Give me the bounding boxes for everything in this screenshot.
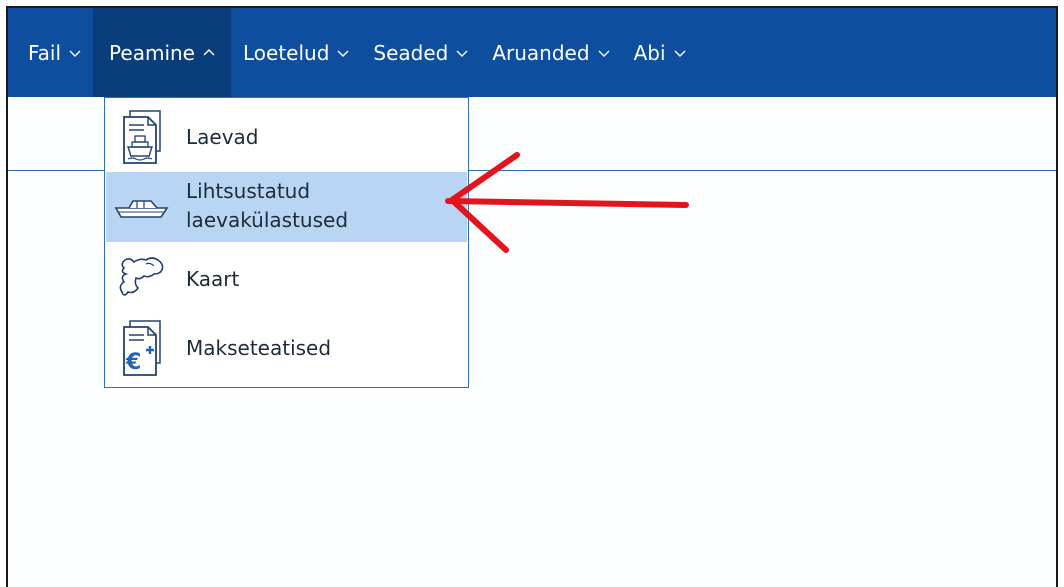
menu-peamine[interactable]: Peamine bbox=[93, 8, 231, 97]
menu-item-lihtsustatud-laevakulastused[interactable]: Lihtsustatud laevakülastused bbox=[106, 172, 467, 242]
map-icon bbox=[110, 252, 176, 306]
menu-aruanded[interactable]: Aruanded bbox=[480, 8, 621, 97]
menu-item-kaart-label: Kaart bbox=[186, 266, 240, 291]
menu-loetelud[interactable]: Loetelud bbox=[231, 8, 361, 97]
menu-aruanded-label: Aruanded bbox=[492, 40, 590, 65]
chevron-down-icon bbox=[674, 47, 686, 59]
menu-abi-label: Abi bbox=[633, 40, 666, 65]
chevron-down-icon bbox=[598, 47, 610, 59]
menu-seaded[interactable]: Seaded bbox=[361, 8, 480, 97]
menu-bar: Fail Peamine Loetelud Seaded Aruanded Ab… bbox=[8, 8, 1056, 97]
menu-seaded-label: Seaded bbox=[373, 40, 449, 65]
chevron-down-icon bbox=[337, 47, 349, 59]
svg-text:€: € bbox=[125, 350, 141, 375]
label-line-1: Lihtsustatud bbox=[186, 179, 311, 203]
red-arrow-annotation bbox=[445, 152, 689, 253]
menu-fail-label: Fail bbox=[28, 40, 62, 65]
menu-abi[interactable]: Abi bbox=[622, 8, 698, 97]
menu-item-makseteatised[interactable]: € Makseteatised bbox=[106, 314, 467, 382]
chevron-down-icon bbox=[456, 47, 468, 59]
menu-item-makseteatised-label: Makseteatised bbox=[186, 335, 332, 360]
ship-document-icon bbox=[110, 110, 176, 164]
menu-peamine-label: Peamine bbox=[109, 40, 195, 65]
menu-loetelud-label: Loetelud bbox=[242, 40, 330, 65]
chevron-down-icon bbox=[69, 47, 81, 59]
menu-item-kaart[interactable]: Kaart bbox=[106, 248, 467, 310]
peamine-dropdown-menu: Laevad Lihtsustatud laevakülastused Kaar… bbox=[104, 97, 469, 388]
menu-fail[interactable]: Fail bbox=[8, 8, 93, 97]
menu-item-laevad-label: Laevad bbox=[186, 124, 259, 149]
boat-icon bbox=[110, 180, 176, 234]
label-line-2: laevakülastused bbox=[186, 208, 349, 232]
menu-item-laevad[interactable]: Laevad bbox=[106, 104, 467, 170]
euro-document-icon: € bbox=[110, 320, 176, 376]
chevron-up-icon bbox=[203, 47, 215, 59]
menu-item-lihtsustatud-label: Lihtsustatud laevakülastused bbox=[186, 177, 348, 235]
